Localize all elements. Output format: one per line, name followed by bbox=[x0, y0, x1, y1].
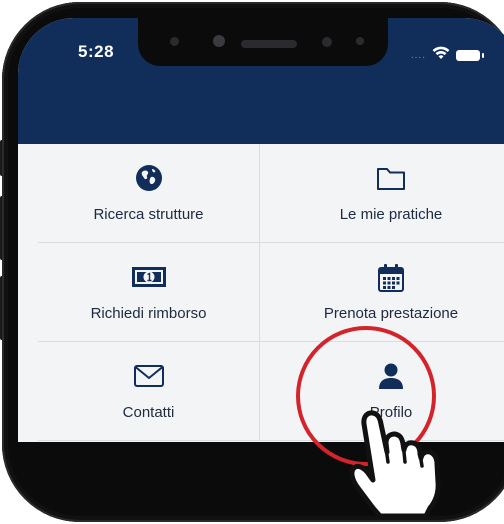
tile-label: Contatti bbox=[122, 404, 175, 421]
earpiece-speaker bbox=[241, 40, 297, 48]
folder-icon bbox=[260, 164, 504, 192]
tile-richiedi-rimborso[interactable]: Richiedi rimborso bbox=[38, 243, 260, 342]
wifi-icon bbox=[432, 46, 450, 65]
tile-contatti[interactable]: Contatti bbox=[38, 342, 260, 441]
envelope-icon bbox=[38, 362, 259, 390]
app-header: 5:28 .... bbox=[18, 18, 504, 144]
proximity-sensor bbox=[322, 37, 332, 47]
tile-ricerca-strutture[interactable]: Ricerca strutture bbox=[38, 144, 260, 243]
front-camera bbox=[213, 35, 225, 47]
pointing-hand-icon bbox=[340, 398, 452, 524]
phone-notch bbox=[138, 18, 388, 66]
scene: 5:28 .... Ricerca strutture Le mie prati… bbox=[0, 0, 504, 524]
globe-icon bbox=[38, 164, 259, 192]
tile-label: Prenota prestazione bbox=[323, 305, 459, 322]
status-icons: .... bbox=[410, 46, 484, 65]
status-time: 5:28 bbox=[78, 42, 115, 61]
tile-label: Richiedi rimborso bbox=[90, 305, 207, 322]
tile-le-mie-pratiche[interactable]: Le mie pratiche bbox=[260, 144, 504, 243]
banknote-icon bbox=[38, 263, 259, 291]
sensor-dot bbox=[170, 37, 179, 46]
signal-indicator: .... bbox=[410, 50, 426, 61]
calendar-icon bbox=[260, 263, 504, 292]
sensor-dot bbox=[356, 37, 364, 45]
tile-label: Ricerca strutture bbox=[93, 206, 204, 223]
tile-label: Le mie pratiche bbox=[339, 206, 443, 223]
battery-icon bbox=[456, 50, 484, 61]
